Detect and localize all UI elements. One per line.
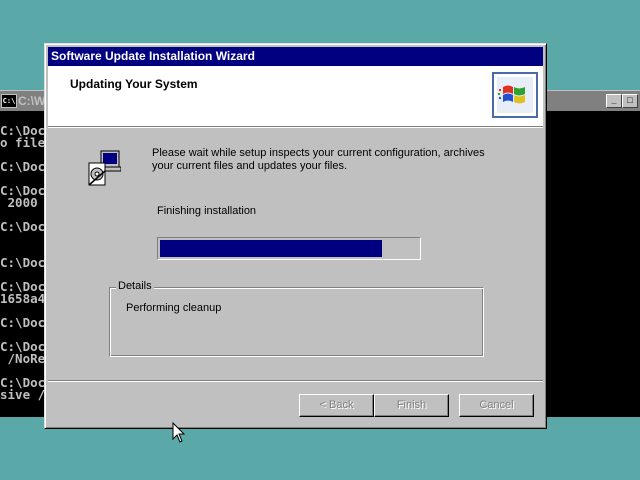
console-title: C:\W [18,94,46,108]
status-label: Finishing installation [157,205,257,217]
maximize-icon[interactable]: □ [622,94,638,108]
details-group: Details Performing cleanup [109,280,484,357]
intro-line: Please wait while setup inspects your cu… [152,147,485,159]
details-label: Details [116,280,154,292]
progress-fill [160,240,382,257]
intro-line: your current files and updates your file… [152,160,348,172]
page-title: Updating Your System [70,77,198,91]
minimize-icon[interactable]: _ [606,94,622,108]
installation-wizard-dialog: Software Update Installation Wizard Upda… [44,43,547,429]
details-text: Performing cleanup [126,302,222,314]
button-divider-highlight [48,381,543,382]
command-prompt-icon: C:\ [1,94,17,108]
header-divider [48,127,543,128]
windows-logo-icon [492,72,538,118]
wizard-header: Updating Your System [48,66,543,127]
dialog-titlebar[interactable]: Software Update Installation Wizard [48,47,543,66]
finish-button[interactable]: Finish [374,394,449,417]
mouse-cursor-icon [172,422,186,443]
intro-text: Please wait while setup inspects your cu… [152,147,492,173]
back-button[interactable]: < Back [299,394,374,417]
setup-computer-icon [85,149,122,189]
cancel-button[interactable]: Cancel [459,394,534,417]
progress-bar [157,237,421,260]
